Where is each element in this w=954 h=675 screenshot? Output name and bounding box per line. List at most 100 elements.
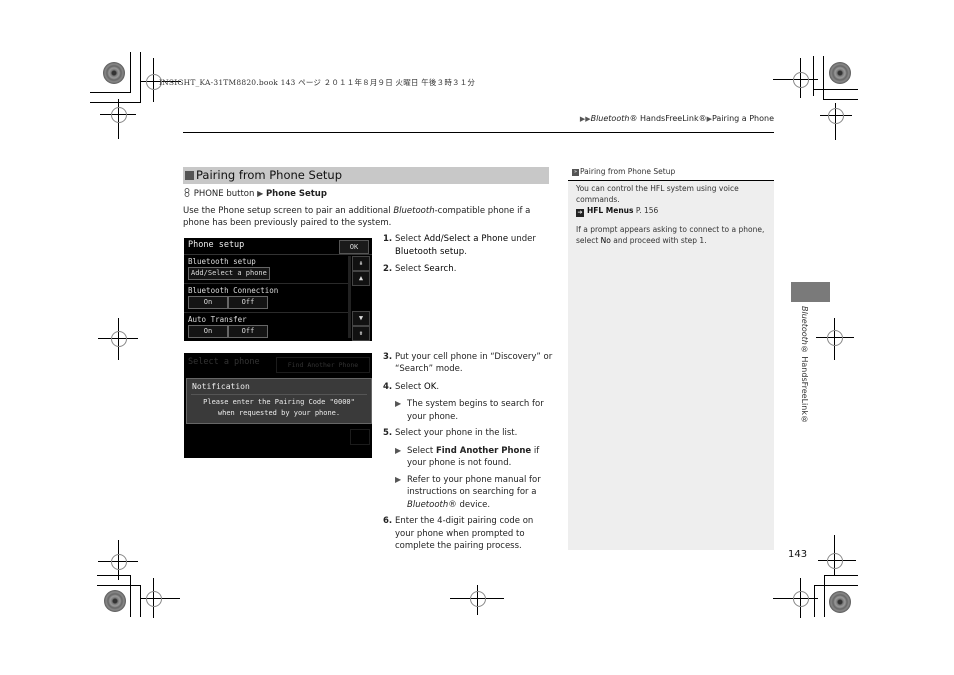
note-icon: »	[572, 169, 579, 176]
scroll-top-icon[interactable]: ⇞	[352, 256, 370, 271]
step-number: 4.	[383, 381, 393, 392]
breadcrumb: ▶▶Bluetooth® HandsFreeLink®▶Pairing a Ph…	[580, 114, 774, 123]
breadcrumb-part1-italic: Bluetooth	[590, 114, 630, 123]
substep-4a: ▶ The system begins to search for your ph…	[383, 398, 553, 423]
step-6: 6. Enter the 4-digit pairing code on your…	[383, 515, 553, 553]
bluetooth-connection-label: Bluetooth Connection	[188, 286, 279, 295]
step-3: 3. Put your cell phone in “Discovery” or …	[383, 351, 553, 376]
notification-dialog: Notification Please enter the Pairing Co…	[186, 378, 372, 424]
color-rosette-icon	[103, 62, 125, 84]
ok-button[interactable]: OK	[339, 240, 369, 254]
step-number: 6.	[383, 516, 393, 526]
section-title: Pairing from Phone Setup	[196, 168, 342, 182]
nav-arrow-icon: ▶	[257, 189, 264, 198]
registration-mark-icon	[111, 331, 127, 347]
crop-line	[823, 99, 858, 100]
registration-mark-icon	[793, 72, 809, 88]
registration-mark-icon	[111, 554, 127, 570]
step-number: 1.	[383, 234, 393, 244]
substep-text: Refer to your phone manual for instructi…	[407, 474, 541, 498]
crop-line	[90, 92, 131, 93]
step-list: 1. Select Add/Select a Phone under Blueto…	[383, 233, 553, 558]
substep-5a: ▶ Select Find Another Phone if your phone…	[383, 445, 553, 470]
note-text: You can control the HFL system using voi…	[576, 184, 739, 204]
result-arrow-icon: ▶	[395, 399, 402, 408]
crop-line	[814, 585, 858, 586]
notification-line-1: Please enter the Pairing Code "0000"	[203, 398, 355, 406]
step-emphasis: OK	[423, 381, 437, 392]
color-rosette-icon	[829, 591, 851, 613]
step-text: .	[453, 264, 457, 274]
scroll-up-icon[interactable]: ▲	[352, 271, 370, 286]
chapter-tab	[791, 282, 830, 302]
nav-target: Phone Setup	[265, 189, 327, 199]
scroll-bottom-icon[interactable]: ⇟	[352, 326, 370, 341]
crop-line	[140, 52, 141, 102]
color-rosette-icon	[104, 590, 126, 612]
step-text: .	[464, 246, 467, 257]
section-square-icon	[185, 171, 194, 180]
scroll-down-icon[interactable]: ▼	[352, 311, 370, 326]
substep-text: Select	[407, 445, 436, 456]
crop-line	[130, 575, 131, 617]
step-text: Enter the 4-digit pairing code on your p…	[395, 516, 534, 551]
phone-button-icon	[184, 188, 190, 197]
registration-mark-icon	[111, 107, 127, 123]
registration-mark-icon	[146, 591, 162, 607]
note-text: and proceed with step 1.	[610, 236, 707, 245]
auto-transfer-label: Auto Transfer	[188, 315, 247, 324]
crop-line	[140, 585, 141, 617]
substep-5b: ▶ Refer to your phone manual for instruct…	[383, 474, 553, 512]
breadcrumb-part1: ® HandsFreeLink®	[629, 114, 707, 123]
pairing-notification-screenshot: Select a phone Find Another Phone Notifi…	[184, 353, 372, 458]
side-note: » Pairing from Phone Setup You can contr…	[568, 166, 774, 550]
select-phone-title: Select a phone	[188, 357, 260, 367]
scrollbar[interactable]	[348, 256, 351, 338]
registration-mark-icon	[470, 591, 486, 607]
crop-line	[97, 585, 140, 586]
hfl-menus-link[interactable]: HFL Menus	[587, 206, 633, 215]
divider	[191, 394, 367, 395]
crop-line	[823, 56, 824, 100]
crop-line	[813, 56, 814, 96]
header-rule	[183, 132, 774, 133]
add-select-phone-button[interactable]: Add/Select a phone	[188, 267, 270, 280]
step-text: under	[508, 234, 536, 244]
cross-reference-icon: ➔	[576, 209, 584, 217]
substep-emphasis: Find Another Phone	[435, 445, 532, 456]
step-text: Select	[395, 381, 424, 392]
crop-line	[824, 575, 858, 576]
step-1: 1. Select Add/Select a Phone under Blueto…	[383, 233, 553, 258]
note-paragraph: You can control the HFL system using voi…	[576, 183, 768, 217]
chapter-label-italic: Bluetooth	[800, 306, 809, 345]
note-header: » Pairing from Phone Setup	[568, 166, 774, 181]
registration-mark-icon	[827, 330, 843, 346]
section-header: Pairing from Phone Setup	[183, 167, 549, 184]
chapter-label: Bluetooth® HandsFreeLink®	[800, 306, 809, 424]
phone-setup-screenshot: Phone setup OK Bluetooth setup Add/Selec…	[184, 238, 372, 341]
substep-italic: Bluetooth	[407, 499, 449, 510]
result-arrow-icon: ▶	[395, 474, 402, 484]
note-emphasis: No	[600, 236, 611, 245]
find-another-phone-button[interactable]: Find Another Phone	[276, 357, 370, 373]
registration-mark-icon	[828, 108, 844, 124]
breadcrumb-arrow-icon: ▶▶	[579, 115, 591, 123]
auto-transfer-on-button[interactable]: On	[188, 325, 228, 338]
bluetooth-connection-on-button[interactable]: On	[188, 296, 228, 309]
step-number: 2.	[383, 264, 393, 274]
step-emphasis: Bluetooth setup	[395, 246, 465, 257]
registration-mark-icon	[827, 553, 843, 569]
substep-text: ® device.	[448, 499, 491, 510]
step-text: Select	[395, 264, 424, 274]
step-text: .	[436, 381, 440, 392]
step-4: 4. Select OK.	[383, 381, 553, 394]
registration-mark-icon	[793, 591, 809, 607]
note-body: You can control the HFL system using voi…	[576, 183, 768, 253]
intro-italic: Bluetooth	[393, 206, 435, 216]
crop-line	[97, 575, 130, 576]
bluetooth-connection-off-button[interactable]: Off	[228, 296, 268, 309]
chapter-label-text: ® HandsFreeLink®	[800, 344, 809, 424]
bluetooth-setup-label: Bluetooth setup	[188, 257, 256, 266]
auto-transfer-off-button[interactable]: Off	[228, 325, 268, 338]
notification-title: Notification	[192, 382, 250, 391]
